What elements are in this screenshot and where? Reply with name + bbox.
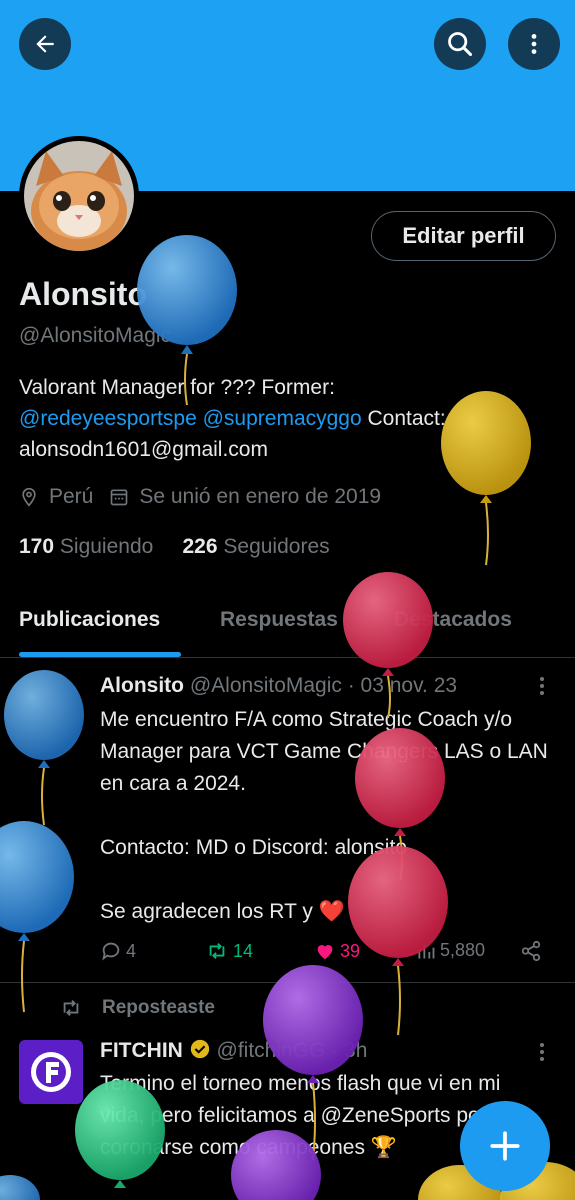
edit-profile-button[interactable]: Editar perfil <box>371 211 556 261</box>
share-button[interactable] <box>520 940 546 962</box>
following-label: Siguiendo <box>59 535 154 558</box>
followers-link[interactable]: 226 Seguidores <box>183 535 330 558</box>
tweet2-more-button[interactable] <box>534 1040 550 1070</box>
tab-publicaciones[interactable]: Publicaciones <box>19 608 160 632</box>
profile-bio: Valorant Manager for ??? Former: @redeye… <box>19 372 559 465</box>
share-icon <box>521 940 541 962</box>
more-vertical-icon <box>531 34 537 54</box>
location-pin-icon <box>22 487 36 507</box>
arrow-left-icon <box>36 35 54 53</box>
repost-count: 14 <box>233 940 254 961</box>
bio-email: alonsodn1601@gmail.com <box>19 438 268 461</box>
profile-meta: Perú Se unió en enero de 2019 <box>19 485 397 509</box>
tweet2-date: · 3h <box>331 1039 368 1062</box>
tweet2-author-handle[interactable]: @fitchinGG <box>217 1039 326 1062</box>
repost-icon <box>63 1000 79 1016</box>
tab-destacados[interactable]: Destacados <box>394 608 512 632</box>
fitchin-avatar[interactable] <box>19 1040 83 1104</box>
tweet1-header: Alonsito @AlonsitoMagic · 03 nov. 23 <box>100 674 457 698</box>
views-count: 5,880 <box>440 940 486 960</box>
balloon-blue-2 <box>4 670 84 826</box>
tweet2-header: FITCHIN @fitchinGG · 3h <box>100 1038 367 1063</box>
more-options-button[interactable] <box>508 18 560 70</box>
tweet1-author-name[interactable]: Alonsito <box>100 674 184 697</box>
heart-icon <box>317 945 333 960</box>
repost-label-text: Reposteaste <box>102 997 215 1018</box>
joined-date: Se unió en enero de 2019 <box>139 485 382 508</box>
repost-icon <box>209 943 225 959</box>
balloon-blue-3 <box>0 821 74 1013</box>
following-count: 170 <box>19 535 55 558</box>
like-button[interactable]: 39 <box>314 940 360 962</box>
verified-badge-icon <box>190 1039 209 1059</box>
plus-icon <box>490 1131 520 1161</box>
balloon-blue-4 <box>0 1175 40 1200</box>
follow-stats: 170 Siguiendo 226 Seguidores <box>19 535 330 559</box>
views-button[interactable]: 5,880 <box>416 940 485 961</box>
kitten-avatar-image <box>24 141 134 251</box>
following-link[interactable]: 170 Siguiendo <box>19 535 153 558</box>
fitchin-logo-icon <box>31 1052 71 1092</box>
display-name: Alonsito <box>19 276 147 312</box>
reply-icon <box>102 942 120 961</box>
compose-fab-button[interactable] <box>460 1101 550 1191</box>
bio-contact-label: Contact: <box>367 407 446 430</box>
views-chart-icon <box>418 943 435 958</box>
tweet-divider <box>0 982 575 983</box>
bio-link-redeye[interactable]: @redeyeesportspe <box>19 407 197 430</box>
followers-label: Seguidores <box>223 535 330 558</box>
tab-respuestas[interactable]: Respuestas <box>220 608 338 632</box>
profile-avatar[interactable] <box>19 136 139 256</box>
tweet1-author-handle[interactable]: @AlonsitoMagic <box>190 674 342 697</box>
reply-button[interactable]: 4 <box>100 940 136 962</box>
profile-handle: @AlonsitoMagic <box>19 324 172 347</box>
more-vertical-icon <box>540 1043 544 1061</box>
bio-link-supremacy[interactable]: @supremacyggo <box>203 407 362 430</box>
tweet1-more-button[interactable] <box>534 674 550 704</box>
tweet1-text: Me encuentro F/A como Strategic Coach y/… <box>100 708 548 923</box>
tweet1-date: · 03 nov. 23 <box>347 674 458 697</box>
reply-count: 4 <box>126 940 137 961</box>
active-tab-indicator <box>19 652 181 657</box>
tweet2-author-name[interactable]: FITCHIN <box>100 1039 183 1062</box>
like-count: 39 <box>340 940 361 961</box>
search-button[interactable] <box>434 18 486 70</box>
search-icon <box>448 32 473 57</box>
more-vertical-icon <box>540 677 544 695</box>
tweet1-actions: 4 14 39 5,880 <box>100 940 560 970</box>
followers-count: 226 <box>182 535 218 558</box>
repost-button[interactable]: 14 <box>205 940 253 962</box>
repost-indicator: Reposteaste <box>58 997 215 1019</box>
calendar-icon <box>111 489 128 506</box>
bio-text: Valorant Manager for ??? Former: <box>19 376 335 399</box>
location-text: Perú <box>49 485 94 508</box>
profile-tabs: Publicaciones Respuestas Destacados <box>0 596 575 658</box>
back-button[interactable] <box>19 18 71 70</box>
